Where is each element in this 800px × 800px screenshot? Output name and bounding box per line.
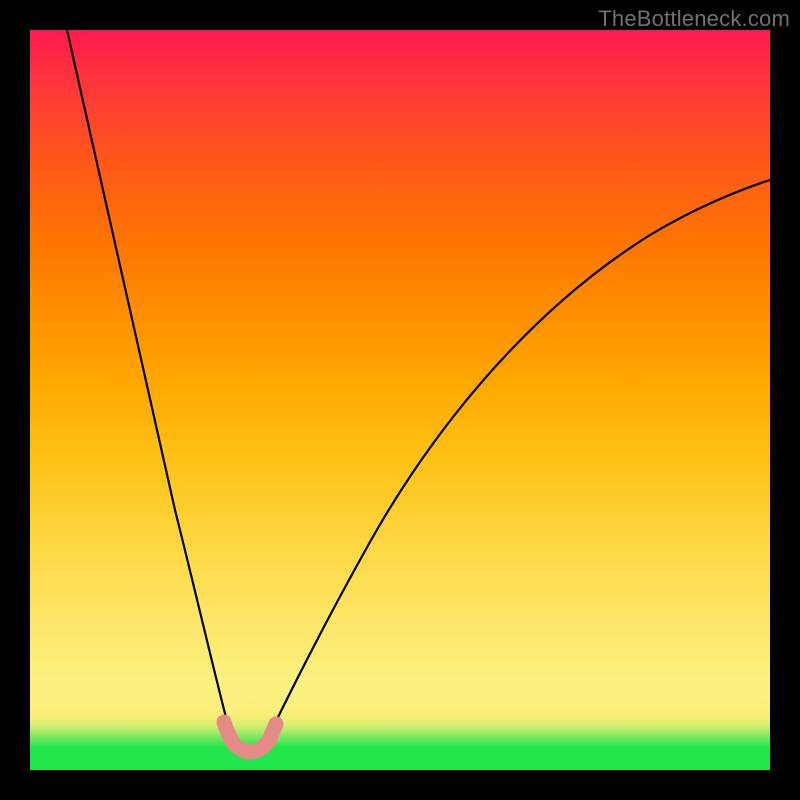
curve-layer [30,30,770,770]
outer-frame: TheBottleneck.com [0,0,800,800]
watermark-text: TheBottleneck.com [598,6,790,32]
plot-area [30,30,770,770]
curve-bottom-marker [224,722,276,752]
curve-left [67,30,233,738]
curve-right [268,180,770,737]
